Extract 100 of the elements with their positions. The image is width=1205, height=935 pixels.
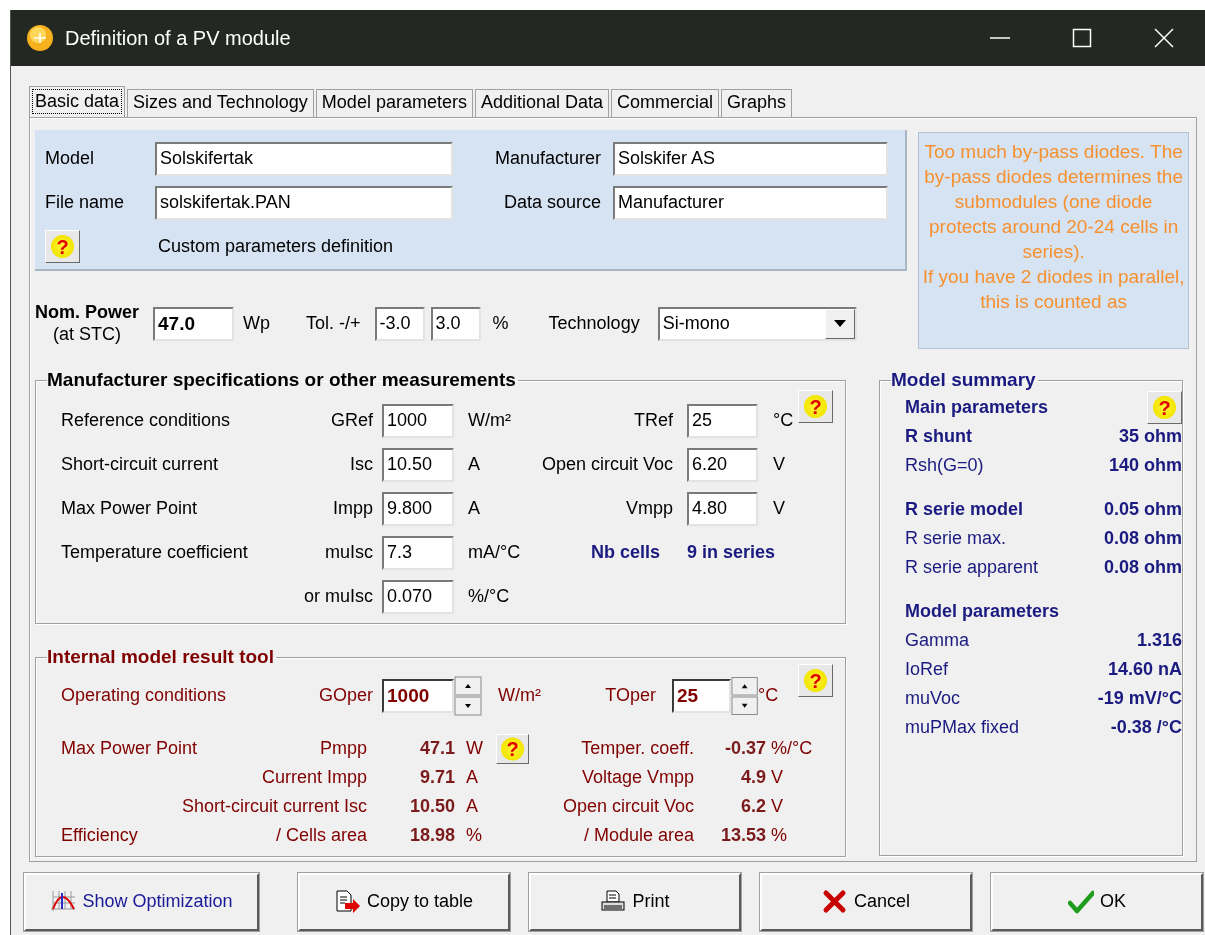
value-field[interactable]: 4.80 xyxy=(687,492,758,526)
parameter-value: -0.38 /°C xyxy=(1110,716,1182,739)
spin-field[interactable]: 1000 xyxy=(382,679,454,713)
text-field[interactable]: Manufacturer xyxy=(613,186,888,220)
spinner-icon[interactable] xyxy=(454,676,482,716)
symbol-label: / Module area xyxy=(582,824,695,847)
parameter-value: -19 mV/°C xyxy=(1097,687,1182,710)
ok-button[interactable]: OK xyxy=(991,873,1203,931)
parameter-label: R serie model xyxy=(905,498,1024,521)
check-icon xyxy=(1068,889,1094,915)
symbol-label: Open circuit Voc xyxy=(561,795,695,818)
parameter-value: 14.60 nA xyxy=(1107,658,1182,681)
tolerance-field[interactable]: 3.0 xyxy=(430,307,481,341)
unit-label: Wp xyxy=(243,313,271,335)
app-icon xyxy=(25,23,55,53)
symbol-label: GOper xyxy=(318,685,373,707)
parameter-label: R serie apparent xyxy=(905,556,1039,579)
result-value: 18.98 xyxy=(408,824,455,847)
symbol-label: Open circuit Voc xyxy=(540,454,674,476)
maximize-icon xyxy=(1072,28,1092,48)
value-field[interactable]: 6.20 xyxy=(687,448,758,482)
unit-label: mA/°C xyxy=(467,542,522,564)
unit-label: V xyxy=(772,454,786,476)
technology-dropdown[interactable]: Si-mono xyxy=(657,307,857,341)
value-field[interactable]: 0.070 xyxy=(382,580,454,614)
technology-label: Technology xyxy=(548,313,640,335)
help-button[interactable]: ? xyxy=(798,664,833,697)
symbol-label: Vmpp xyxy=(624,498,674,520)
group-title: Manufacturer specifications or other measurements xyxy=(47,368,517,392)
parameter-label: Temperature coefficient xyxy=(61,542,248,564)
warning-text: Too much by-pass diodes. The by-pass diodes determines the submodules (one diode protects around 20-24 cells in series). xyxy=(923,140,1184,264)
symbol-label: Impp xyxy=(332,498,373,520)
group-title: Internal model result tool xyxy=(47,645,275,669)
result-value: 6.2 xyxy=(739,795,766,818)
help-button[interactable]: ? xyxy=(798,390,833,423)
parameter-label: Operating conditions xyxy=(61,685,227,707)
tolerance-label: Tol. -/+ xyxy=(306,313,361,335)
parameter-label: R serie max. xyxy=(905,527,1007,550)
help-button[interactable]: ? xyxy=(1147,391,1182,424)
value-field[interactable]: 10.50 xyxy=(382,448,454,482)
help-button[interactable]: ? xyxy=(496,734,529,764)
unit-label: W/m² xyxy=(497,685,542,707)
value-field[interactable]: 1000 xyxy=(382,404,454,438)
text-field[interactable]: solskifertak.PAN xyxy=(155,186,453,220)
tab[interactable]: Sizes and Technology xyxy=(127,89,314,117)
tab[interactable]: Model parameters xyxy=(315,89,473,117)
unit-label: A xyxy=(467,454,481,476)
symbol-label: GRef xyxy=(331,410,373,432)
parameter-label: muPMax fixed xyxy=(905,716,1020,739)
warning-text: If you have 2 diodes in parallel, this is counted as xyxy=(922,265,1185,314)
parameter-value: 35 ohm xyxy=(1118,425,1182,448)
unit-label: W xyxy=(465,738,484,760)
symbol-label: or muIsc xyxy=(304,586,373,608)
note-label: Custom parameters definition xyxy=(157,235,395,258)
value-field[interactable]: 7.3 xyxy=(382,536,454,570)
unit-label: V xyxy=(772,498,786,520)
parameter-value: 1.316 xyxy=(1136,629,1182,652)
value-field[interactable]: 25 xyxy=(687,404,758,438)
parameter-label: Max Power Point xyxy=(61,738,198,760)
close-icon xyxy=(1154,28,1174,48)
parameter-label: Gamma xyxy=(905,629,969,652)
optimization-button[interactable]: Show Optimization xyxy=(24,873,259,931)
unit-label: A xyxy=(465,795,479,818)
parameter-value: 0.05 ohm xyxy=(1103,498,1182,521)
print-button[interactable]: Print xyxy=(529,873,741,931)
field-label: File name xyxy=(45,192,126,214)
symbol-label: TRef xyxy=(633,410,674,432)
unit-label: A xyxy=(467,498,481,520)
window-title: Definition of a PV module xyxy=(65,26,291,50)
unit-label: % xyxy=(770,824,788,847)
help-button[interactable]: ? xyxy=(45,230,80,263)
unit-label: V xyxy=(770,766,784,789)
symbol-label: Short-circuit current Isc xyxy=(181,795,367,818)
section-heading: Model parameters xyxy=(905,600,1060,623)
parameter-label: Reference conditions xyxy=(61,410,231,432)
document-arrow-icon xyxy=(334,889,361,915)
value-field[interactable]: 9.800 xyxy=(382,492,454,526)
power-field[interactable]: 47.0 xyxy=(153,307,235,341)
tab[interactable]: Graphs xyxy=(721,89,793,117)
stc-label: (at STC) xyxy=(53,324,121,346)
unit-label: °C xyxy=(758,685,780,707)
cancel-button[interactable]: Cancel xyxy=(760,873,972,931)
text-field[interactable]: Solskifertak xyxy=(155,142,453,176)
copy-button[interactable]: Copy to table xyxy=(298,873,510,931)
tab[interactable]: Additional Data xyxy=(474,89,610,117)
unit-label: V xyxy=(770,795,784,818)
spinner-icon[interactable] xyxy=(730,676,758,716)
unit-label: % xyxy=(492,313,509,335)
parameter-label: Max Power Point xyxy=(61,498,198,520)
spin-field[interactable]: 25 xyxy=(672,679,731,713)
result-value: 10.50 xyxy=(408,795,455,818)
field-label: Model xyxy=(45,148,96,170)
tolerance-field[interactable]: -3.0 xyxy=(374,307,425,341)
tab[interactable]: Commercial xyxy=(611,89,720,117)
symbol-label: Current Impp xyxy=(261,766,367,789)
text-field[interactable]: Solskifer AS xyxy=(613,142,888,176)
symbol-label: Voltage Vmpp xyxy=(580,766,695,789)
tab[interactable]: Basic data xyxy=(29,86,126,117)
unit-label: °C xyxy=(772,410,795,432)
parameter-value: 0.08 ohm xyxy=(1103,556,1182,579)
